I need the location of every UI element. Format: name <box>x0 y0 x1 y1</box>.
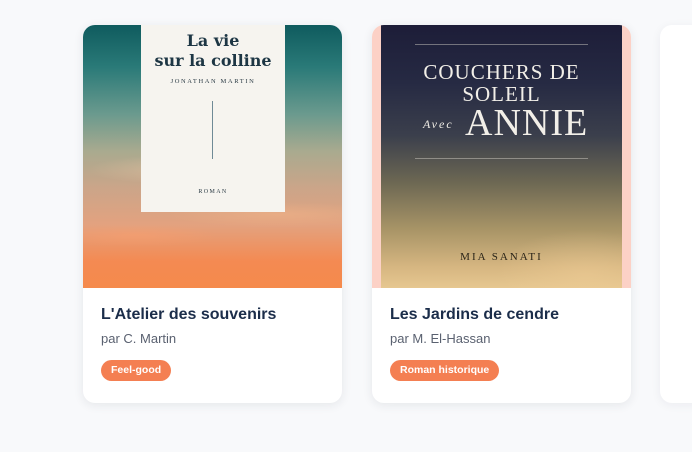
cover-divider <box>212 101 213 159</box>
cover-top-rule <box>415 44 588 45</box>
book-card-partial[interactable] <box>660 25 692 403</box>
book-author: par M. El-Hassan <box>390 331 491 346</box>
cover-author: JONATHAN MARTIN <box>170 78 256 85</box>
book-cover-image[interactable]: COUCHERS DE SOLEIL Avec ANNIE MIA SANATI <box>372 25 631 288</box>
cover-subtitle-name: ANNIE <box>465 102 589 144</box>
book-card[interactable]: COUCHERS DE SOLEIL Avec ANNIE MIA SANATI… <box>372 25 631 403</box>
book-card[interactable]: La vie sur la colline JONATHAN MARTIN RO… <box>83 25 342 403</box>
cover-title: La vie sur la colline <box>154 31 272 70</box>
book-author: par C. Martin <box>101 331 177 346</box>
cover-bottom-rule <box>415 158 588 159</box>
book-title[interactable]: L'Atelier des souvenirs <box>101 305 324 325</box>
genre-tag[interactable]: Roman historique <box>390 360 500 381</box>
cover-title: COUCHERS DE SOLEIL <box>423 60 580 106</box>
cover-dusk-photo: COUCHERS DE SOLEIL Avec ANNIE MIA SANATI <box>381 25 622 288</box>
book-cover-image[interactable]: La vie sur la colline JONATHAN MARTIN RO… <box>83 25 342 288</box>
genre-tag[interactable]: Feel-good <box>101 360 172 381</box>
cover-paper-panel: La vie sur la colline JONATHAN MARTIN RO… <box>141 25 285 212</box>
cover-genre: ROMAN <box>198 189 228 195</box>
book-card-body: Les Jardins de cendre par M. El-Hassan R… <box>372 288 631 381</box>
cover-author: MIA SANATI <box>460 251 543 263</box>
book-card-body: L'Atelier des souvenirs par C. Martin Fe… <box>83 288 342 381</box>
cover-subtitle-prefix: Avec <box>423 117 454 131</box>
book-title[interactable]: Les Jardins de cendre <box>390 305 613 325</box>
